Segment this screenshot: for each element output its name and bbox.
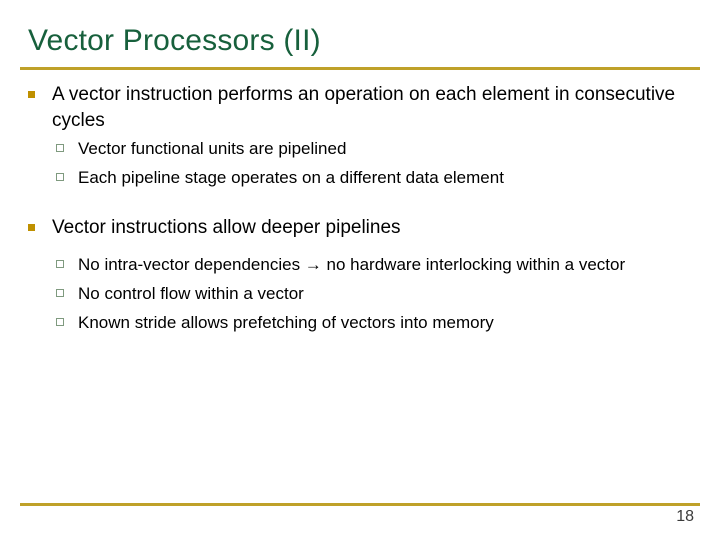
bullet-level2-text: No intra-vector dependencies → no hardwa… bbox=[78, 255, 626, 274]
bullet-level1-text: A vector instruction performs an operati… bbox=[52, 84, 676, 131]
bullet-level2: Vector functional units are pipelined bbox=[0, 134, 720, 163]
bullet-level2-text: Each pipeline stage operates on a differ… bbox=[78, 168, 504, 187]
sub-bullet-square-icon bbox=[56, 173, 64, 181]
bullet-square-icon bbox=[28, 224, 35, 231]
bullet-level2-text: No control flow within a vector bbox=[78, 284, 304, 303]
bullet-level2-text: Known stride allows prefetching of vecto… bbox=[78, 313, 494, 332]
bullet-level1: A vector instruction performs an operati… bbox=[0, 82, 720, 134]
sub-bullet-square-icon bbox=[56, 144, 64, 152]
title-divider-rule bbox=[20, 67, 700, 70]
sub-bullet-list: No intra-vector dependencies → no hardwa… bbox=[0, 250, 720, 337]
bullet-level2: No intra-vector dependencies → no hardwa… bbox=[0, 250, 720, 279]
bullet-level2: Each pipeline stage operates on a differ… bbox=[0, 163, 720, 192]
slide-title: Vector Processors (II) bbox=[28, 24, 321, 57]
sub-bullet-list: Vector functional units are pipelined Ea… bbox=[0, 134, 720, 192]
bullet-level2-text: Vector functional units are pipelined bbox=[78, 139, 347, 158]
sub-bullet-square-icon bbox=[56, 260, 64, 268]
slide-body: A vector instruction performs an operati… bbox=[0, 82, 720, 337]
bullet-level1: Vector instructions allow deeper pipelin… bbox=[0, 215, 720, 241]
sub-bullet-square-icon bbox=[56, 289, 64, 297]
bullet-square-icon bbox=[28, 91, 35, 98]
slide: Vector Processors (II) A vector instruct… bbox=[0, 0, 720, 540]
page-number: 18 bbox=[676, 508, 694, 525]
sub-bullet-square-icon bbox=[56, 318, 64, 326]
bullet-inner-spacer bbox=[0, 241, 720, 250]
bullet-group-spacer bbox=[0, 192, 720, 215]
bullet-level2: No control flow within a vector bbox=[0, 279, 720, 308]
footer-divider-rule bbox=[20, 503, 700, 506]
bullet-level2: Known stride allows prefetching of vecto… bbox=[0, 308, 720, 337]
bullet-level1-text: Vector instructions allow deeper pipelin… bbox=[52, 217, 401, 238]
